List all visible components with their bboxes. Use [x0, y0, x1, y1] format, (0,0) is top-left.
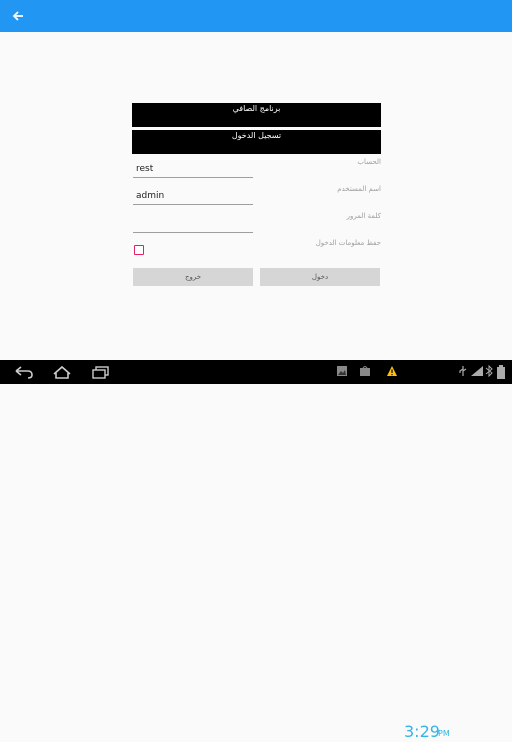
clock-time: 3:29 — [404, 722, 440, 741]
password-label: كلمة المرور — [346, 212, 381, 220]
app-bar — [0, 0, 512, 32]
account-label: الحساب — [357, 158, 381, 166]
home-icon[interactable] — [52, 365, 72, 379]
bluetooth-icon — [485, 365, 493, 377]
usb-icon — [459, 366, 467, 376]
gallery-icon — [337, 366, 347, 376]
signal-icon — [471, 366, 483, 376]
arrow-left-icon[interactable] — [10, 8, 26, 24]
login-heading: تسجيل الدخول — [132, 130, 381, 154]
store-icon — [360, 366, 370, 376]
account-input[interactable]: rest — [133, 160, 253, 178]
warning-icon — [387, 366, 397, 376]
exit-button[interactable]: خروج — [133, 268, 253, 286]
password-input[interactable] — [133, 215, 253, 233]
battery-icon — [497, 365, 505, 379]
username-label: اسم المستخدم — [337, 185, 381, 193]
recents-icon[interactable] — [91, 365, 111, 379]
username-input[interactable]: admin — [133, 187, 253, 205]
clock-ampm: PM — [438, 729, 450, 738]
login-button[interactable]: دخول — [260, 268, 380, 286]
app-title: برنامج الصافي — [132, 103, 381, 127]
remember-checkbox[interactable] — [134, 245, 144, 255]
login-content: برنامج الصافي تسجيل الدخول rest الحساب a… — [0, 32, 512, 360]
back-icon[interactable] — [14, 365, 34, 379]
system-navigation-bar: 3:29 PM — [0, 360, 512, 741]
remember-label: حفظ معلومات الدخول — [315, 239, 381, 247]
